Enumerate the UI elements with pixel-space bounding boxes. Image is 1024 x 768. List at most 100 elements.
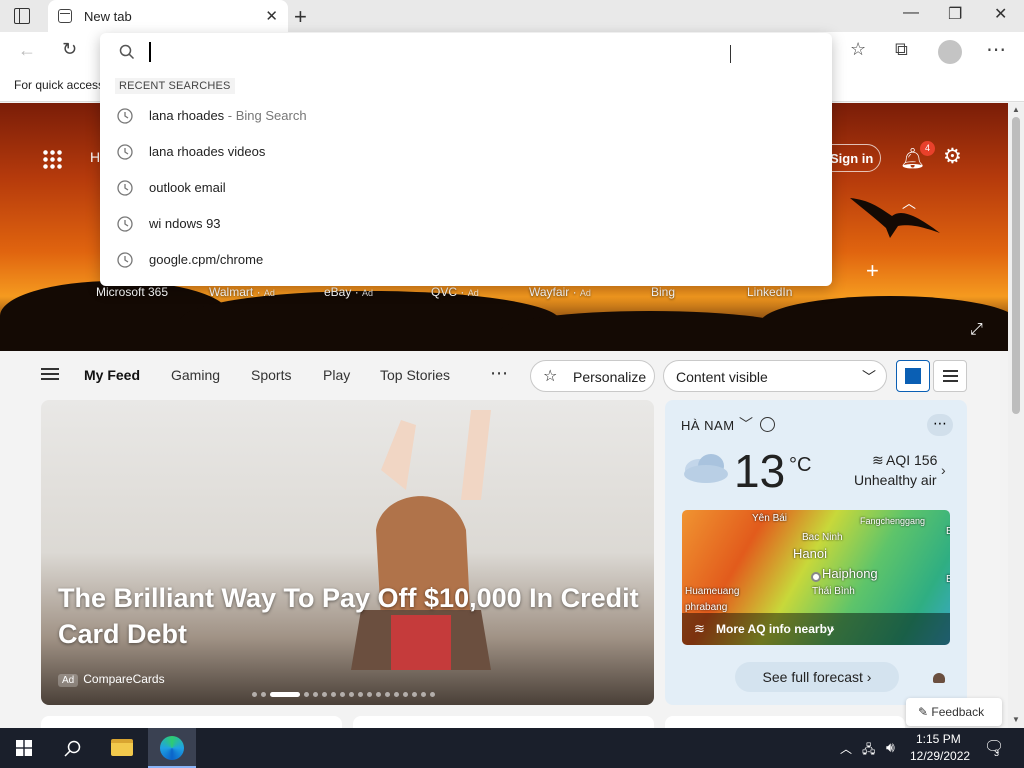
settings-gear-icon[interactable]: ⚙ [943, 144, 962, 169]
article-card[interactable] [41, 716, 342, 728]
see-full-forecast-button[interactable]: See full forecast › [735, 662, 899, 692]
feedback-button[interactable]: ✎ Feedback [906, 698, 1002, 726]
carousel-dot[interactable] [367, 692, 372, 697]
aq-info-link[interactable]: ≋ More AQ info nearby › [682, 613, 950, 645]
volume-icon[interactable]: 🔊︎ [886, 739, 895, 756]
start-button[interactable] [0, 728, 48, 768]
carousel-dot[interactable] [421, 692, 426, 697]
weather-card: HÀ NAM ﹀ ⋯ 13 °C ≋ AQI 156 Unhealthy air… [665, 400, 967, 705]
tab-new-tab[interactable]: New tab ✕ [48, 0, 288, 32]
carousel-dot[interactable] [313, 692, 318, 697]
address-input-caret[interactable] [149, 42, 151, 62]
grid-view-button[interactable] [896, 360, 930, 392]
carousel-dot[interactable] [261, 692, 266, 697]
more-menu-icon[interactable]: ⋯ [986, 37, 1006, 62]
tab-top-stories[interactable]: Top Stories [380, 367, 450, 383]
personalize-label: Personalize [573, 369, 647, 385]
article-headline[interactable]: The Brilliant Way To Pay Off $10,000 In … [58, 580, 648, 652]
carousel-dot[interactable] [403, 692, 408, 697]
tray-chevron-icon[interactable]: ︿ [840, 740, 852, 757]
aqi-chevron-icon[interactable]: › [941, 462, 946, 478]
weather-more-icon[interactable]: ⋯ [927, 414, 953, 436]
map-label-bac-ninh: Bac Ninh [802, 532, 843, 543]
carousel-dot[interactable] [412, 692, 417, 697]
page-scrollbar[interactable]: ▲ ▼ [1008, 103, 1024, 728]
carousel-dot[interactable] [394, 692, 399, 697]
quick-link-linkedin[interactable]: LinkedIn [747, 285, 792, 299]
favorites-icon[interactable]: ☆ [850, 39, 866, 60]
collections-icon[interactable]: ⧉ [895, 39, 908, 60]
quick-link-walmart[interactable]: Walmart · Ad [209, 285, 275, 299]
recent-search-text: google.cpm/chrome [149, 252, 264, 267]
aqi-value[interactable]: AQI 156 [886, 452, 937, 468]
article-card[interactable] [665, 716, 905, 728]
tab-play[interactable]: Play [323, 367, 350, 383]
scroll-up-icon[interactable]: ▲ [1012, 105, 1020, 114]
carousel-dot[interactable] [349, 692, 354, 697]
carousel-dot-active[interactable] [270, 692, 300, 697]
carousel-dots[interactable] [252, 692, 435, 697]
more-tabs-icon[interactable]: ⋯ [490, 363, 508, 384]
clock-date[interactable]: 12/29/2022 [910, 749, 970, 763]
close-window-icon[interactable]: ✕ [994, 4, 1007, 24]
history-icon [116, 251, 134, 272]
back-arrow-icon[interactable]: ← [18, 40, 36, 61]
tab-actions-icon[interactable] [14, 8, 30, 24]
carousel-dot[interactable] [331, 692, 336, 697]
expand-icon[interactable]: ⤢ [970, 321, 983, 339]
carousel-dot[interactable] [385, 692, 390, 697]
quick-link-bing[interactable]: Bing [651, 285, 675, 299]
tree-silhouette [500, 311, 800, 351]
taskbar-search-button[interactable] [48, 728, 96, 768]
list-view-button[interactable] [933, 360, 967, 392]
recent-searches-header: RECENT SEARCHES [115, 78, 235, 94]
carousel-dot[interactable] [340, 692, 345, 697]
file-explorer-button[interactable] [98, 728, 146, 768]
tab-sports[interactable]: Sports [251, 367, 291, 383]
network-icon[interactable]: 🖧︎ [862, 740, 875, 761]
quick-link-ebay[interactable]: eBay · Ad [324, 285, 373, 299]
carousel-dot[interactable] [430, 692, 435, 697]
air-quality-map[interactable]: Yên Bái Fangchenggang B Bac Ninh Hanoi H… [682, 510, 950, 645]
recent-search-item[interactable]: lana rhoades - Bing Search [100, 98, 832, 134]
globe-icon[interactable] [760, 417, 775, 432]
scroll-down-icon[interactable]: ▼ [1012, 715, 1020, 724]
restore-icon[interactable]: ❐ [948, 4, 962, 24]
quick-link-microsoft365[interactable]: Microsoft 365 [96, 285, 168, 299]
close-tab-icon[interactable]: ✕ [265, 7, 278, 25]
carousel-dot[interactable] [252, 692, 257, 697]
personalize-button[interactable]: ☆ Personalize [530, 360, 655, 392]
recent-search-item[interactable]: outlook email [100, 170, 832, 206]
hamburger-menu-icon[interactable] [41, 368, 59, 370]
weather-location[interactable]: HÀ NAM [681, 418, 735, 433]
aqi-status[interactable]: Unhealthy air [854, 472, 937, 488]
carousel-dot[interactable] [304, 692, 309, 697]
recent-search-item[interactable]: wi ndows 93 [100, 206, 832, 242]
new-tab-plus-icon[interactable]: + [294, 4, 307, 30]
tab-my-feed[interactable]: My Feed [84, 367, 140, 383]
add-shortcut-icon[interactable]: + [866, 258, 879, 284]
recent-search-item[interactable]: lana rhoades videos [100, 134, 832, 170]
tab-gaming[interactable]: Gaming [171, 367, 220, 383]
apps-grid-icon[interactable] [42, 149, 62, 169]
featured-article-card[interactable]: The Brilliant Way To Pay Off $10,000 In … [41, 400, 654, 705]
content-visible-select[interactable]: Content visible ﹀ [663, 360, 887, 392]
refresh-icon[interactable]: ↻ [62, 39, 77, 60]
clock-time[interactable]: 1:15 PM [916, 732, 961, 746]
temperature-unit[interactable]: °C [789, 454, 811, 477]
location-chevron-icon[interactable]: ﹀ [739, 414, 753, 434]
article-source: Ad CompareCards [58, 672, 165, 687]
quick-link-qvc[interactable]: QVC · Ad [431, 285, 479, 299]
profile-avatar[interactable] [938, 40, 962, 64]
minimize-icon[interactable]: — [903, 4, 919, 22]
edge-taskbar-button[interactable] [148, 728, 196, 768]
recent-search-item[interactable]: google.cpm/chrome [100, 242, 832, 278]
carousel-dot[interactable] [376, 692, 381, 697]
carousel-dot[interactable] [358, 692, 363, 697]
carousel-dot[interactable] [322, 692, 327, 697]
article-card[interactable] [353, 716, 654, 728]
scrollbar-thumb[interactable] [1012, 117, 1020, 414]
new-tab-favicon-icon [58, 9, 72, 23]
content-visible-label: Content visible [676, 369, 768, 385]
quick-link-wayfair[interactable]: Wayfair · Ad [529, 285, 591, 299]
